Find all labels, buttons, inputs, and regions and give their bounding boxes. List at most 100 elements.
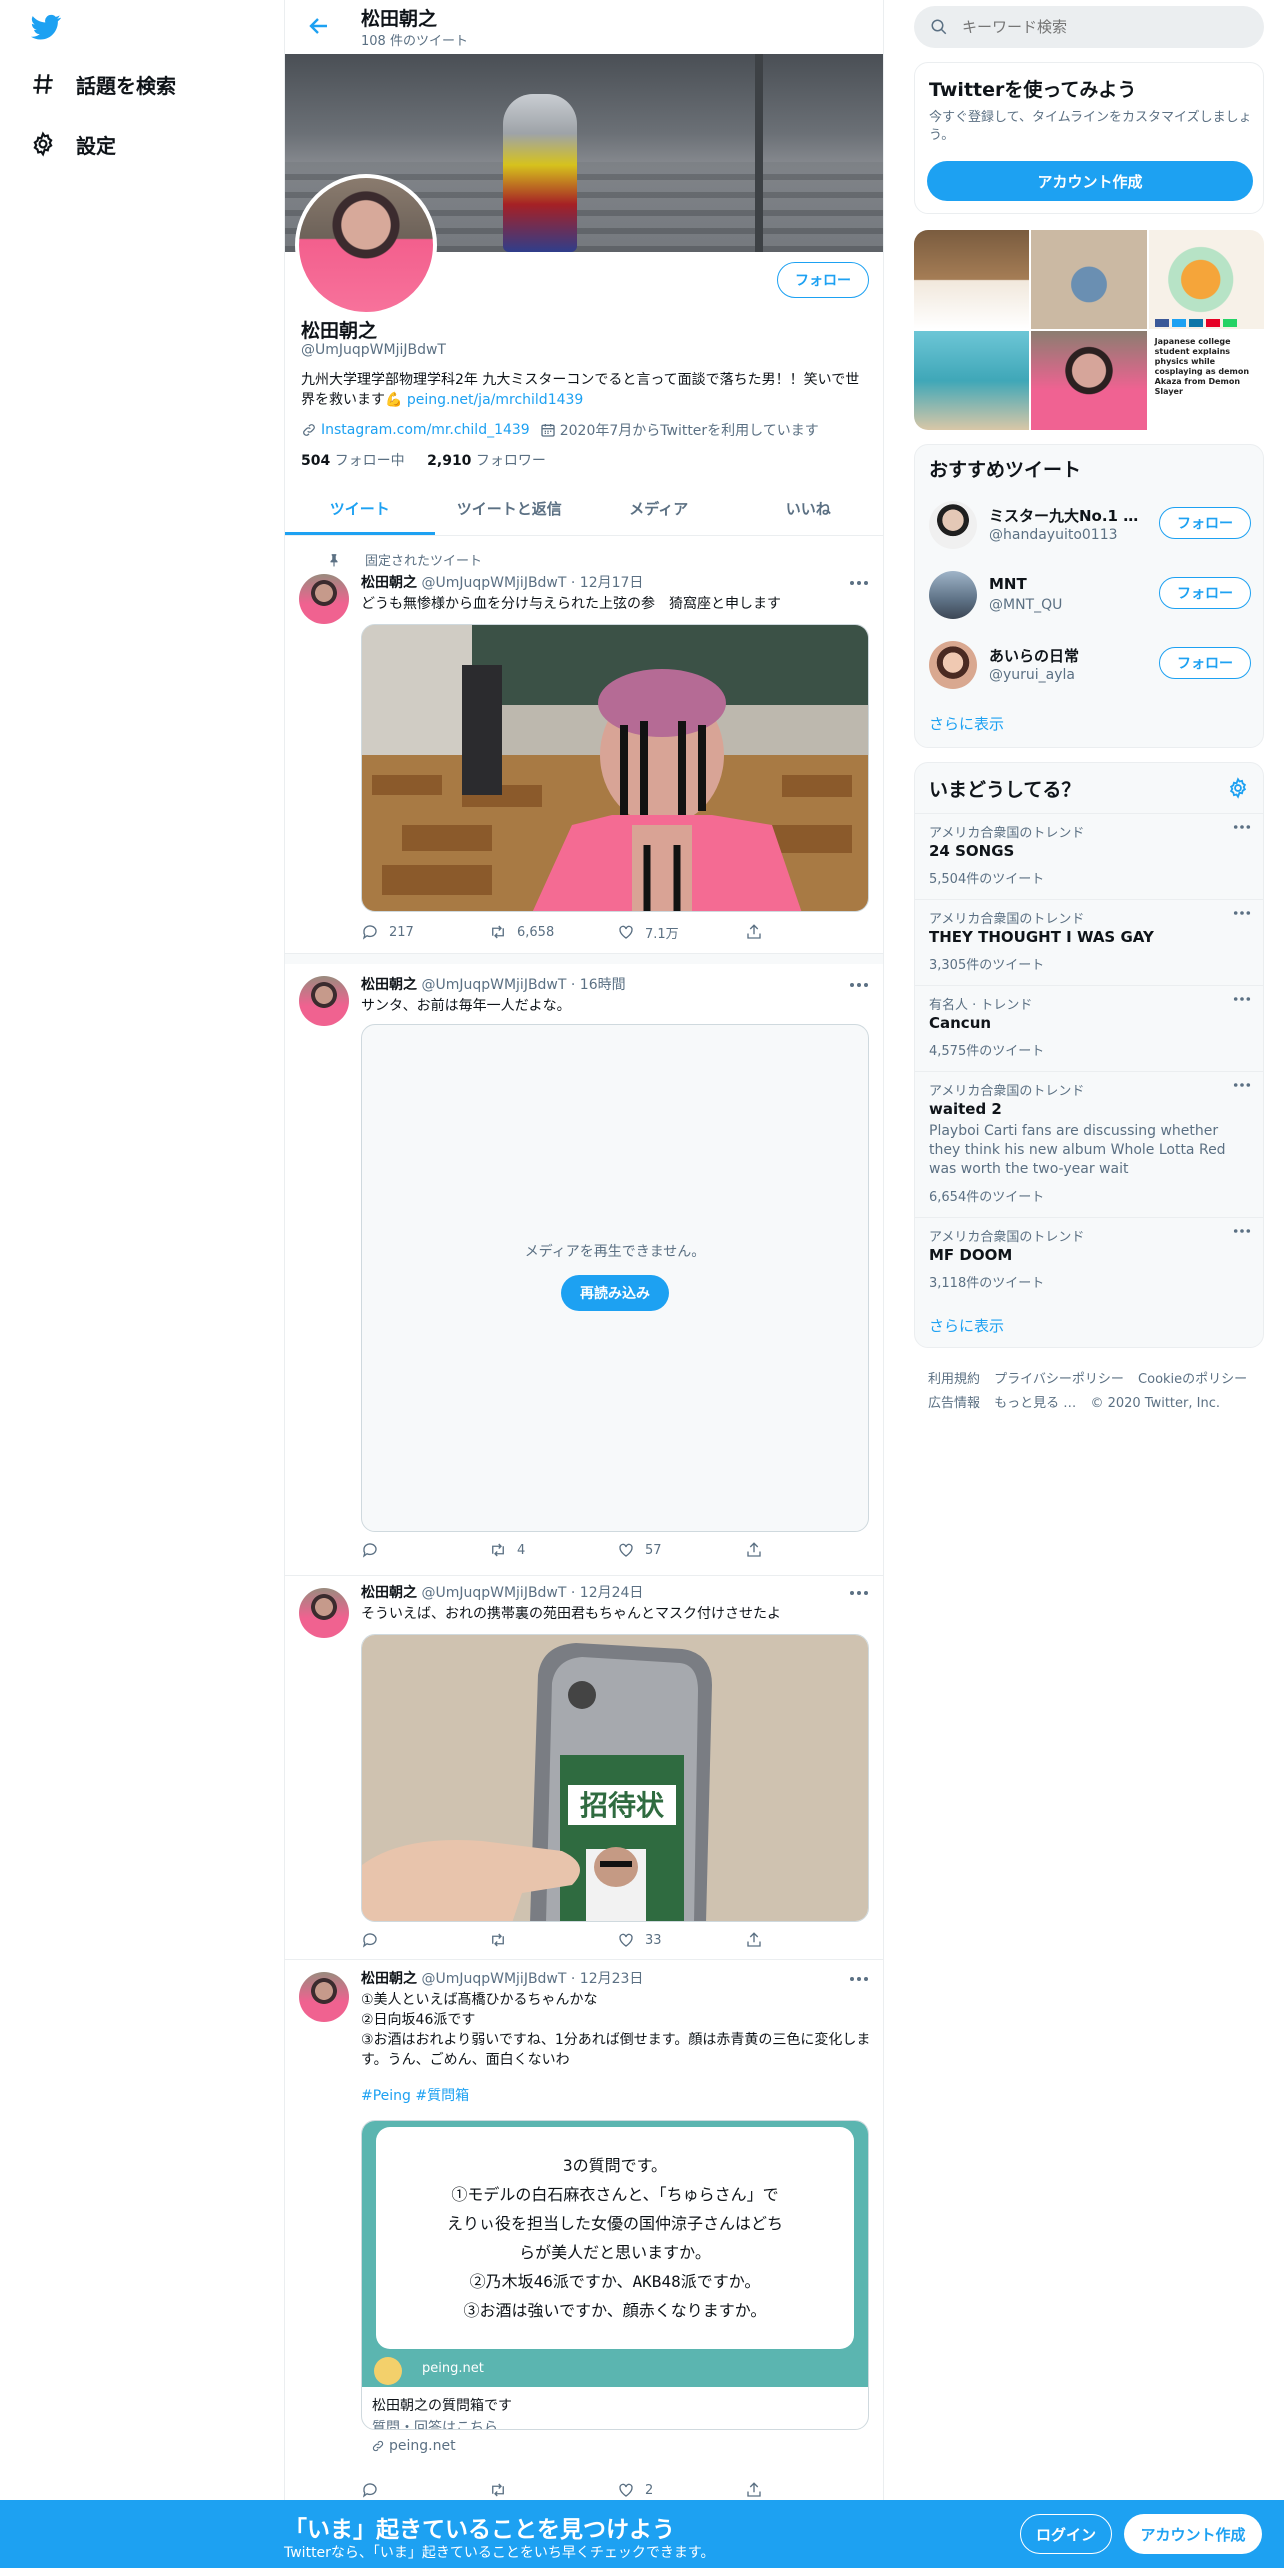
more-options-icon[interactable] bbox=[849, 982, 869, 988]
tab-media[interactable]: メディア bbox=[584, 482, 734, 535]
nav-explore[interactable]: 話題を検索 bbox=[30, 64, 176, 104]
avatar[interactable] bbox=[929, 571, 977, 619]
tweet-item[interactable]: 松田朝之 @UmJuqpWMjiJBdwT · 12月24日 そういえば、おれの… bbox=[285, 1576, 883, 1960]
following-link[interactable]: 504 フォロー中 bbox=[301, 453, 405, 469]
avatar[interactable] bbox=[929, 641, 977, 689]
tweet-author[interactable]: 松田朝之 bbox=[361, 977, 417, 993]
footer-link[interactable]: プライバシーポリシー bbox=[994, 1372, 1124, 1387]
media-thumb[interactable] bbox=[1031, 230, 1147, 329]
tweet-time[interactable]: 12月23日 bbox=[580, 1971, 644, 1987]
more-options-icon[interactable] bbox=[849, 1976, 869, 1982]
media-thumb[interactable] bbox=[1031, 331, 1147, 430]
media-thumb[interactable] bbox=[1148, 230, 1264, 329]
profile-avatar[interactable] bbox=[295, 174, 437, 316]
tweet-avatar[interactable] bbox=[299, 574, 349, 624]
reply-button[interactable] bbox=[361, 1540, 489, 1560]
media-thumb[interactable] bbox=[914, 331, 1030, 430]
retweet-button[interactable] bbox=[489, 1930, 617, 1950]
avatar[interactable] bbox=[929, 501, 977, 549]
tweet-author[interactable]: 松田朝之 bbox=[361, 575, 417, 591]
trend-item[interactable]: 有名人 · トレンド Cancun 4,575件のツイート bbox=[915, 985, 1263, 1071]
tweet-hashtags[interactable]: #Peing #質問箱 bbox=[361, 2086, 871, 2106]
trends-show-more[interactable]: さらに表示 bbox=[929, 1315, 1004, 1336]
more-options-icon[interactable] bbox=[1233, 910, 1251, 916]
footer-link[interactable]: Cookieのポリシー bbox=[1138, 1372, 1247, 1387]
retweet-button[interactable]: 6,658 bbox=[489, 922, 617, 942]
footer-link[interactable]: 広告情報 bbox=[928, 1396, 980, 1411]
recommend-user[interactable]: MNT @MNT_QU フォロー bbox=[915, 559, 1263, 629]
media-thumb[interactable] bbox=[914, 230, 1030, 329]
follow-button[interactable]: フォロー bbox=[1159, 647, 1251, 679]
tweet-time[interactable]: 16時間 bbox=[580, 977, 626, 993]
retweet-button[interactable]: 4 bbox=[489, 1540, 617, 1560]
tweet-avatar[interactable] bbox=[299, 976, 349, 1026]
recommend-user-name[interactable]: ミスター九大No.1 半... bbox=[989, 505, 1139, 526]
create-account-button[interactable]: アカウント作成 bbox=[927, 161, 1253, 201]
recommend-show-more[interactable]: さらに表示 bbox=[929, 713, 1004, 734]
reply-button[interactable] bbox=[361, 1930, 489, 1950]
more-options-icon[interactable] bbox=[849, 580, 869, 586]
reload-button[interactable]: 再読み込み bbox=[561, 1275, 669, 1311]
search-input[interactable] bbox=[962, 18, 1242, 36]
profile-website[interactable]: Instagram.com/mr.child_1439 bbox=[321, 422, 530, 438]
tweet-item[interactable]: 松田朝之 @UmJuqpWMjiJBdwT · 12月23日 ①美人といえば髙橋… bbox=[285, 1960, 883, 2500]
tweet-avatar[interactable] bbox=[299, 1972, 349, 2022]
reply-button[interactable] bbox=[361, 2480, 489, 2500]
tweet-author[interactable]: 松田朝之 bbox=[361, 1585, 417, 1601]
like-button[interactable]: 7.1万 bbox=[617, 922, 745, 942]
tweet-pinned[interactable]: 固定されたツイート 松田朝之 @UmJuqpWMjiJBdwT · 12月17日… bbox=[285, 536, 883, 954]
retweet-button[interactable] bbox=[489, 2480, 617, 2500]
nav-settings[interactable]: 設定 bbox=[30, 124, 116, 164]
back-arrow-icon[interactable] bbox=[307, 14, 331, 38]
tab-likes[interactable]: いいね bbox=[734, 482, 884, 535]
recommend-user[interactable]: あいらの日常 @yurui_ayla フォロー bbox=[915, 629, 1263, 699]
link-card[interactable]: 3の質問です。 ①モデルの白石麻衣さんと、「ちゅらさん」で えりぃ役を担当した女… bbox=[361, 2120, 869, 2430]
search-box[interactable] bbox=[914, 6, 1264, 48]
login-button[interactable]: ログイン bbox=[1020, 2514, 1112, 2554]
share-button[interactable] bbox=[745, 1540, 785, 1560]
tweet-time[interactable]: 12月24日 bbox=[580, 1585, 644, 1601]
follow-button[interactable]: フォロー bbox=[1159, 507, 1251, 539]
footer-link[interactable]: 利用規約 bbox=[928, 1372, 980, 1387]
tweet-avatar[interactable] bbox=[299, 1588, 349, 1638]
twitter-logo-icon[interactable] bbox=[28, 12, 64, 42]
tweet-item[interactable]: 松田朝之 @UmJuqpWMjiJBdwT · 16時間 サンタ、お前は毎年一人… bbox=[285, 964, 883, 1576]
more-options-icon[interactable] bbox=[1233, 1228, 1251, 1234]
tweet-photo[interactable]: 招待状 bbox=[361, 1634, 869, 1922]
like-button[interactable]: 2 bbox=[617, 2480, 745, 2500]
more-options-icon[interactable] bbox=[1233, 1082, 1251, 1088]
trend-item[interactable]: アメリカ合衆国のトレンド 24 SONGS 5,504件のツイート bbox=[915, 813, 1263, 899]
trend-item[interactable]: アメリカ合衆国のトレンド THEY THOUGHT I WAS GAY 3,30… bbox=[915, 899, 1263, 985]
tweet-handle[interactable]: @UmJuqpWMjiJBdwT bbox=[421, 1971, 566, 1987]
more-options-icon[interactable] bbox=[1233, 996, 1251, 1002]
recommend-user[interactable]: ミスター九大No.1 半... @handayuito0113 フォロー bbox=[915, 489, 1263, 559]
more-options-icon[interactable] bbox=[849, 1590, 869, 1596]
tweet-handle[interactable]: @UmJuqpWMjiJBdwT bbox=[421, 575, 566, 591]
bio-link[interactable]: peing.net/ja/mrchild1439 bbox=[407, 392, 583, 408]
media-thumb[interactable]: Japanese college student explains physic… bbox=[1148, 319, 1264, 430]
footer-more-link[interactable]: もっと見る … bbox=[994, 1396, 1076, 1411]
recommend-user-name[interactable]: あいらの日常 bbox=[989, 645, 1139, 666]
tab-tweets-and-replies[interactable]: ツイートと返信 bbox=[435, 482, 585, 535]
tweet-time[interactable]: 12月17日 bbox=[580, 575, 644, 591]
tweet-handle[interactable]: @UmJuqpWMjiJBdwT bbox=[421, 977, 566, 993]
like-button[interactable]: 57 bbox=[617, 1540, 745, 1560]
share-button[interactable] bbox=[745, 2480, 785, 2500]
share-button[interactable] bbox=[745, 922, 785, 942]
more-options-icon[interactable] bbox=[1233, 824, 1251, 830]
follow-button[interactable]: フォロー bbox=[1159, 577, 1251, 609]
signup-button[interactable]: アカウント作成 bbox=[1124, 2514, 1262, 2554]
tweet-handle[interactable]: @UmJuqpWMjiJBdwT bbox=[421, 1585, 566, 1601]
tab-tweets[interactable]: ツイート bbox=[285, 482, 435, 535]
trend-item[interactable]: アメリカ合衆国のトレンド waited 2 Playboi Carti fans… bbox=[915, 1071, 1263, 1217]
tweet-author[interactable]: 松田朝之 bbox=[361, 1971, 417, 1987]
follow-button[interactable]: フォロー bbox=[777, 262, 869, 298]
recommend-user-name[interactable]: MNT bbox=[989, 575, 1139, 593]
like-button[interactable]: 33 bbox=[617, 1930, 745, 1950]
reply-button[interactable]: 217 bbox=[361, 922, 489, 942]
share-button[interactable] bbox=[745, 1930, 785, 1950]
trend-item[interactable]: アメリカ合衆国のトレンド MF DOOM 3,118件のツイート bbox=[915, 1217, 1263, 1303]
followers-link[interactable]: 2,910 フォロワー bbox=[427, 453, 546, 469]
gear-icon[interactable] bbox=[1227, 777, 1249, 799]
tweet-photo[interactable] bbox=[361, 624, 869, 912]
